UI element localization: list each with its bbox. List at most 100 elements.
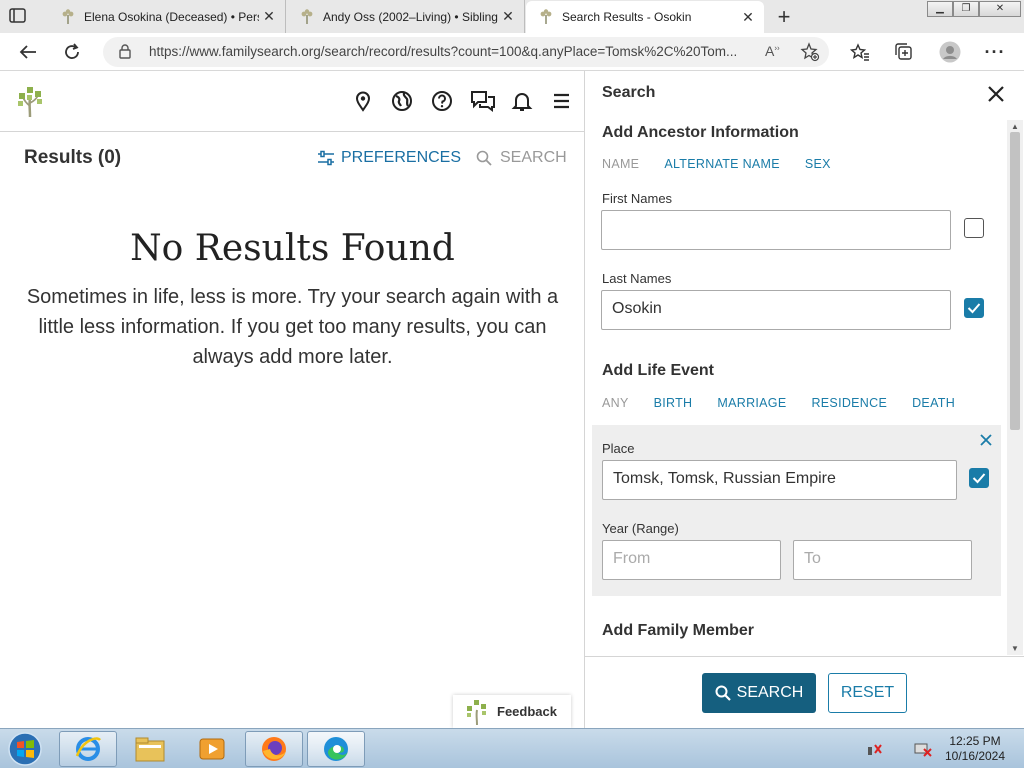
chip-name[interactable]: NAME	[602, 157, 639, 171]
life-event-heading: Add Life Event	[602, 362, 715, 379]
url-text[interactable]: https://www.familysearch.org/search/reco…	[149, 44, 759, 59]
taskbar-media-player-icon[interactable]	[183, 731, 241, 767]
chip-sex[interactable]: SEX	[805, 157, 831, 171]
sliders-icon	[318, 150, 334, 166]
chip-any[interactable]: ANY	[602, 396, 629, 410]
familysearch-tab-icon	[60, 8, 76, 25]
windows-taskbar: 12:25 PM 10/16/2024	[0, 728, 1024, 768]
add-favorite-icon[interactable]	[800, 42, 820, 67]
place-event-card: Place Tomsk, Tomsk, Russian Empire Year …	[592, 425, 1001, 596]
profile-avatar-icon[interactable]	[939, 41, 961, 63]
panel-search-button[interactable]: SEARCH	[702, 673, 816, 713]
search-icon	[476, 150, 492, 166]
address-bar-row: https://www.familysearch.org/search/reco…	[0, 33, 1024, 71]
url-box[interactable]: https://www.familysearch.org/search/reco…	[103, 37, 829, 67]
back-icon[interactable]	[17, 41, 39, 63]
place-input[interactable]: Tomsk, Tomsk, Russian Empire	[602, 460, 957, 500]
first-names-label: First Names	[602, 191, 673, 206]
window-controls: ▁ ❐ ✕	[927, 1, 1021, 17]
system-clock[interactable]: 12:25 PM 10/16/2024	[935, 734, 1015, 764]
close-tab-icon[interactable]: ✕	[259, 8, 279, 25]
panel-footer: SEARCH RESET	[585, 656, 1024, 728]
messages-icon[interactable]	[470, 90, 496, 112]
chip-death[interactable]: DEATH	[912, 396, 955, 410]
feedback-button[interactable]: Feedback	[453, 695, 571, 728]
volume-muted-icon[interactable]	[914, 741, 934, 762]
year-to-input[interactable]: To	[793, 540, 972, 580]
read-aloud-icon[interactable]: A››	[765, 43, 780, 59]
collections-icon[interactable]	[893, 41, 915, 63]
new-tab-icon[interactable]: +	[772, 4, 796, 30]
results-count-title: Results (0)	[24, 147, 122, 168]
results-search-button[interactable]: SEARCH	[476, 149, 567, 167]
year-from-input[interactable]: From	[602, 540, 781, 580]
clock-time: 12:25 PM	[949, 734, 1001, 748]
checkmark-icon	[972, 473, 986, 484]
tab-search-results[interactable]: Search Results - Osokin ✕	[526, 1, 764, 33]
tab-elena-osokina[interactable]: Elena Osokina (Deceased) • Pers ✕	[48, 0, 286, 33]
last-names-input[interactable]: Osokin	[601, 290, 951, 330]
tab-actions-icon[interactable]	[8, 7, 28, 25]
familysearch-tab-icon	[299, 8, 315, 25]
taskbar-internet-explorer-icon[interactable]	[59, 731, 117, 767]
clock-date: 10/16/2024	[944, 749, 1006, 763]
close-panel-icon[interactable]	[987, 83, 1005, 109]
familysearch-tab-icon	[538, 9, 554, 25]
taskbar-firefox-icon[interactable]	[245, 731, 303, 767]
tab-title: Elena Osokina (Deceased) • Pers	[84, 9, 259, 24]
panel-scrollbar[interactable]: ▲ ▼	[1007, 120, 1023, 655]
taskbar-edge-icon[interactable]	[307, 731, 365, 767]
refresh-icon[interactable]	[61, 41, 83, 63]
scrollbar-thumb[interactable]	[1010, 132, 1020, 430]
hamburger-menu-icon[interactable]	[551, 90, 573, 112]
favorites-icon[interactable]	[849, 41, 871, 63]
close-tab-icon[interactable]: ✕	[738, 9, 758, 26]
minimize-icon[interactable]: ▁	[927, 1, 953, 17]
place-exact-checkbox[interactable]	[969, 468, 989, 488]
tab-title: Andy Oss (2002–Living) • Sibling	[323, 9, 498, 24]
panel-title: Search	[602, 84, 656, 101]
lock-icon[interactable]	[119, 44, 131, 64]
preferences-label: PREFERENCES	[341, 149, 462, 166]
scroll-up-icon[interactable]: ▲	[1011, 122, 1019, 131]
taskbar-explorer-icon[interactable]	[121, 731, 179, 767]
globe-icon[interactable]	[391, 90, 413, 112]
no-results-heading: No Results Found	[130, 228, 455, 269]
browser-tab-bar: Elena Osokina (Deceased) • Pers ✕ Andy O…	[0, 0, 1024, 33]
start-button-icon[interactable]	[3, 730, 47, 768]
chip-birth[interactable]: BIRTH	[654, 396, 693, 410]
notifications-bell-icon[interactable]	[511, 90, 533, 112]
year-range-label: Year (Range)	[602, 521, 679, 536]
tab-title: Search Results - Osokin	[562, 10, 692, 24]
last-names-exact-checkbox[interactable]	[964, 298, 984, 318]
close-window-icon[interactable]: ✕	[979, 1, 1021, 17]
location-pin-icon[interactable]	[352, 90, 374, 112]
search-icon	[715, 685, 731, 701]
preferences-button[interactable]: PREFERENCES	[317, 149, 461, 167]
chip-alternate-name[interactable]: ALTERNATE NAME	[664, 157, 780, 171]
chip-marriage[interactable]: MARRIAGE	[717, 396, 786, 410]
ancestor-chip-row: NAME ALTERNATE NAME SEX	[602, 157, 831, 171]
results-search-label: SEARCH	[500, 149, 567, 166]
no-results-message: Sometimes in life, less is more. Try you…	[26, 286, 559, 368]
help-icon[interactable]	[431, 90, 453, 112]
close-tab-icon[interactable]: ✕	[498, 8, 518, 25]
search-button-label: SEARCH	[736, 684, 804, 701]
network-error-icon[interactable]	[866, 741, 884, 762]
chip-residence[interactable]: RESIDENCE	[811, 396, 887, 410]
maximize-icon[interactable]: ❐	[953, 1, 979, 17]
first-names-input[interactable]	[601, 210, 951, 250]
family-member-heading: Add Family Member	[602, 622, 755, 639]
first-names-exact-checkbox[interactable]	[964, 218, 984, 238]
search-panel: Search Add Ancestor Information NAME ALT…	[584, 71, 1024, 728]
tab-andy-oss[interactable]: Andy Oss (2002–Living) • Sibling ✕	[287, 0, 525, 33]
remove-event-icon[interactable]	[980, 433, 992, 451]
place-label: Place	[602, 441, 635, 456]
scroll-down-icon[interactable]: ▼	[1011, 644, 1019, 653]
feedback-label: Feedback	[497, 704, 557, 719]
familysearch-logo-icon[interactable]	[16, 84, 46, 123]
more-menu-icon[interactable]: ···	[984, 41, 1006, 63]
life-event-chip-row: ANY BIRTH MARRIAGE RESIDENCE DEATH	[602, 396, 955, 410]
reset-button[interactable]: RESET	[828, 673, 907, 713]
ancestor-info-heading: Add Ancestor Information	[602, 124, 799, 141]
